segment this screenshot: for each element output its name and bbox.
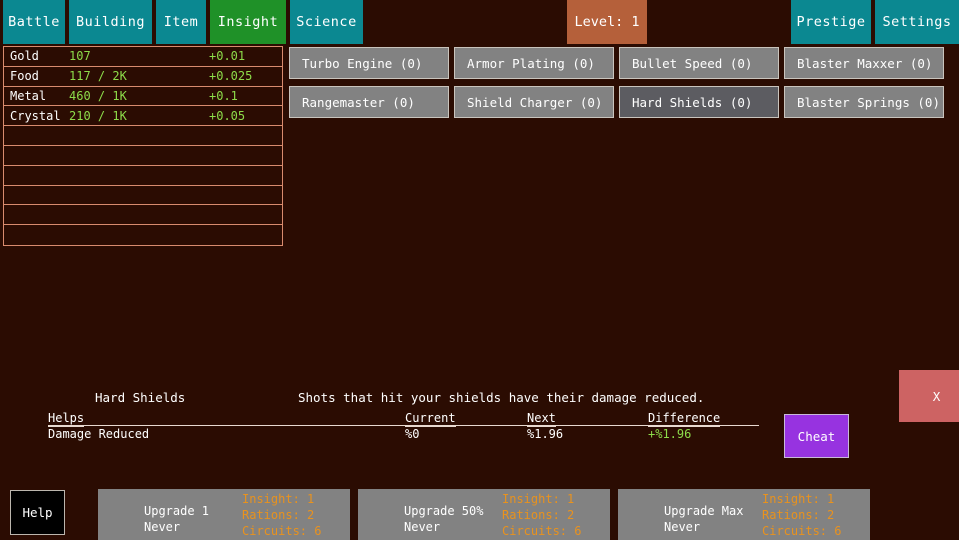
resource-row: Crystal 210 / 1K +0.05	[4, 106, 282, 127]
upgrade-button-label: Blaster Springs (0)	[797, 94, 940, 110]
purchase-button-label: Upgrade Max Never	[664, 504, 744, 534]
tab-label: Insight	[217, 14, 279, 30]
purchase-button[interactable]: Upgrade 50% Never Insight: 1 Rations: 2 Cir…	[358, 489, 610, 540]
tab-science[interactable]: Science	[290, 0, 365, 44]
resource-rate: +0.1	[209, 88, 238, 103]
detail-description: Shots that hit your shields have their d…	[298, 390, 705, 405]
purchase-cost-list: Insight: 1 Rations: 2 Circuits: 6	[242, 491, 321, 539]
purchase-cost-item: Insight: 1	[242, 492, 315, 506]
tab-label: Settings	[882, 14, 952, 30]
close-button-label: X	[932, 388, 941, 404]
purchase-cost-item: Rations: 2	[502, 508, 575, 522]
purchase-cost-item: Circuits: 6	[242, 524, 322, 538]
resource-name: Crystal	[10, 108, 61, 123]
resource-rate: +0.025	[209, 69, 253, 84]
resource-row: Metal 460 / 1K +0.1	[4, 87, 282, 107]
resource-name: Metal	[10, 88, 47, 103]
resource-name: Gold	[10, 49, 39, 64]
cheat-button[interactable]: Cheat	[784, 414, 849, 458]
resource-row	[4, 186, 282, 206]
upgrade-button-label: Armor Plating (0)	[467, 55, 595, 71]
purchase-cost-list: Insight: 1 Rations: 2 Circuits: 6	[762, 491, 841, 539]
upgrade-button-shield-charger[interactable]: Shield Charger (0)	[454, 86, 614, 118]
help-button[interactable]: Help	[10, 490, 65, 535]
resource-row	[4, 166, 282, 186]
tab-label: Building	[75, 14, 146, 30]
game-screen: Battle Building Item Insight Science Prestige…	[0, 0, 959, 540]
upgrade-button-label: Hard Shields (0)	[632, 94, 753, 110]
purchase-cost-item: Insight: 1	[502, 492, 575, 506]
purchase-cost-item: Rations: 2	[242, 508, 315, 522]
tab-item[interactable]: Item	[156, 0, 208, 44]
resource-amount: 117 / 2K	[69, 69, 127, 84]
detail-title: Hard Shields	[95, 390, 186, 405]
resource-row	[4, 146, 282, 166]
detail-value-current: %0	[405, 427, 420, 441]
upgrade-button-blaster-springs[interactable]: Blaster Springs (0)	[784, 86, 944, 118]
purchase-cost-item: Circuits: 6	[502, 524, 582, 538]
help-button-label: Help	[22, 505, 53, 520]
tab-building[interactable]: Building	[69, 0, 154, 44]
tab-prestige[interactable]: Prestige	[791, 0, 873, 44]
resource-amount: 107	[69, 49, 91, 64]
resource-name: Food	[10, 69, 39, 84]
resource-amount: 460 / 1K	[69, 88, 127, 103]
resource-row	[4, 225, 282, 245]
detail-divider	[48, 425, 759, 426]
purchase-button[interactable]: Upgrade Max Never Insight: 1 Rations: 2 Cir…	[618, 489, 870, 540]
tab-label: Science	[296, 14, 357, 30]
upgrade-button-armor-plating[interactable]: Armor Plating (0)	[454, 47, 614, 79]
level-badge: Level: 1	[567, 0, 647, 44]
upgrade-button-turbo-engine[interactable]: Turbo Engine (0)	[289, 47, 449, 79]
upgrade-button-hard-shields[interactable]: Hard Shields (0)	[619, 86, 779, 118]
purchase-cost-item: Circuits: 6	[762, 524, 842, 538]
purchase-cost-list: Insight: 1 Rations: 2 Circuits: 6	[502, 491, 581, 539]
detail-value-difference: +%1.96	[648, 427, 692, 441]
resource-row	[4, 126, 282, 146]
tab-insight[interactable]: Insight	[210, 0, 288, 44]
tab-label: Item	[163, 14, 199, 30]
purchase-button-label: Upgrade 50% Never	[404, 504, 484, 534]
tab-label: Prestige	[796, 14, 866, 30]
level-badge-label: Level: 1	[574, 14, 640, 30]
upgrade-button-label: Turbo Engine (0)	[302, 55, 423, 71]
close-button[interactable]: X	[899, 370, 959, 422]
purchase-cost-item: Rations: 2	[762, 508, 835, 522]
purchase-cost-item: Insight: 1	[762, 492, 835, 506]
resource-table: Gold 107 +0.01 Food 117 / 2K +0.025 Metal 460 /…	[3, 46, 283, 246]
upgrade-button-label: Bullet Speed (0)	[632, 55, 753, 71]
detail-value-next: %1.96	[527, 427, 564, 441]
purchase-button-label: Upgrade 1 Never	[144, 504, 210, 534]
purchase-button[interactable]: Upgrade 1 Never Insight: 1 Rations: 2 Circu…	[98, 489, 350, 540]
upgrade-button-label: Shield Charger (0)	[467, 94, 603, 110]
tab-settings[interactable]: Settings	[875, 0, 959, 44]
resource-row: Gold 107 +0.01	[4, 47, 282, 67]
top-tab-bar: Battle Building Item Insight Science Prestige…	[0, 0, 959, 44]
resource-row: Food 117 / 2K +0.025	[4, 67, 282, 87]
upgrade-button-label: Rangemaster (0)	[302, 94, 415, 110]
upgrade-button-blaster-maxxer[interactable]: Blaster Maxxer (0)	[784, 47, 944, 79]
resource-rate: +0.01	[209, 49, 246, 64]
detail-value-helps: Damage Reduced	[48, 427, 150, 441]
cheat-button-label: Cheat	[797, 428, 836, 444]
tab-label: Battle	[8, 14, 60, 30]
tab-battle[interactable]: Battle	[3, 0, 67, 44]
upgrade-button-bullet-speed[interactable]: Bullet Speed (0)	[619, 47, 779, 79]
upgrade-button-rangemaster[interactable]: Rangemaster (0)	[289, 86, 449, 118]
resource-amount: 210 / 1K	[69, 108, 127, 123]
upgrade-button-label: Blaster Maxxer (0)	[797, 55, 933, 71]
resource-row	[4, 205, 282, 226]
resource-rate: +0.05	[209, 108, 246, 123]
